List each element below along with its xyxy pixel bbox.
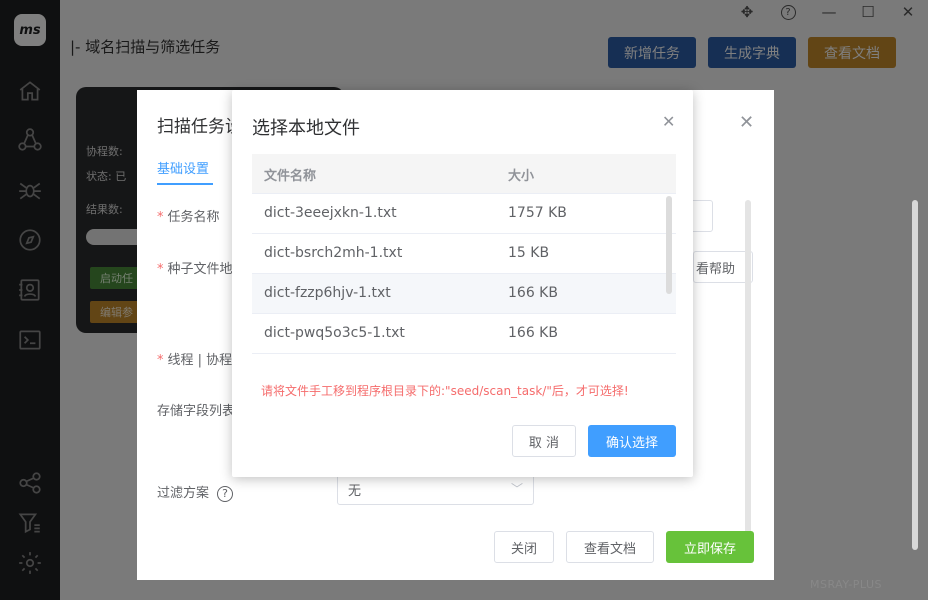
- task-view-docs-button[interactable]: 查看文档: [566, 531, 654, 563]
- file-size: 15 KB: [508, 245, 550, 261]
- table-row[interactable]: dict-pwq5o3c5-1.txt 166 KB: [252, 314, 676, 354]
- table-row[interactable]: dict-bsrch2mh-1.txt 15 KB: [252, 234, 676, 274]
- save-now-button[interactable]: 立即保存: [666, 531, 754, 563]
- storage-fields-label: 存储字段列表: [157, 404, 236, 419]
- filter-plan-label-text: 过滤方案: [157, 486, 210, 501]
- file-name: dict-pwq5o3c5-1.txt: [264, 325, 405, 341]
- task-name-label: * 任务名称: [157, 210, 220, 225]
- filter-plan-value: 无: [348, 483, 362, 499]
- confirm-select-button[interactable]: 确认选择: [588, 425, 676, 457]
- column-name-header: 文件名称: [264, 169, 317, 184]
- filter-plan-select[interactable]: 无 ﹀: [337, 473, 534, 505]
- tab-basic-settings[interactable]: 基础设置: [157, 158, 209, 177]
- threads-label: * 线程 | 协程: [157, 353, 233, 368]
- close-button[interactable]: 关闭: [494, 531, 554, 563]
- close-icon[interactable]: ✕: [739, 112, 754, 133]
- file-table: 文件名称 大小 dict-3eeejxkn-1.txt 1757 KB dict…: [252, 154, 676, 354]
- file-name: dict-bsrch2mh-1.txt: [264, 245, 403, 261]
- task-name-label-text: 任务名称: [167, 210, 220, 225]
- seed-file-label: * 种子文件地: [157, 262, 233, 277]
- table-row[interactable]: dict-fzzp6hjv-1.txt 166 KB: [252, 274, 676, 314]
- watermark: MSRAY-PLUS: [810, 578, 882, 591]
- file-name: dict-3eeejxkn-1.txt: [264, 205, 397, 221]
- task-dialog-title: 扫描任务设: [157, 117, 242, 137]
- file-size: 166 KB: [508, 325, 558, 341]
- page-scrollbar[interactable]: [912, 200, 918, 550]
- file-select-dialog: 选择本地文件 ✕ 文件名称 大小 dict-3eeejxkn-1.txt 175…: [232, 90, 693, 477]
- cancel-button[interactable]: 取 消: [512, 425, 576, 457]
- view-help-button[interactable]: 看帮助: [693, 251, 753, 283]
- tab-active-indicator: [157, 183, 213, 185]
- table-scrollbar[interactable]: [666, 196, 672, 294]
- table-row[interactable]: dict-3eeejxkn-1.txt 1757 KB: [252, 194, 676, 234]
- table-header: 文件名称 大小: [252, 154, 676, 194]
- file-size: 166 KB: [508, 285, 558, 301]
- threads-label-text: 线程 | 协程: [167, 353, 233, 368]
- close-icon[interactable]: ✕: [662, 112, 675, 131]
- filter-plan-label: 过滤方案?: [157, 482, 234, 502]
- file-name: dict-fzzp6hjv-1.txt: [264, 285, 391, 301]
- chevron-down-icon: ﹀: [510, 482, 523, 496]
- task-dialog-scrollbar[interactable]: [745, 200, 751, 560]
- file-dialog-title: 选择本地文件: [252, 118, 360, 139]
- hint-text: 请将文件手工移到程序根目录下的:"seed/scan_task/"后，才可选择!: [261, 384, 629, 398]
- question-icon[interactable]: ?: [217, 485, 234, 502]
- column-size-header: 大小: [508, 169, 535, 184]
- file-size: 1757 KB: [508, 205, 567, 221]
- seed-file-label-text: 种子文件地: [167, 262, 233, 277]
